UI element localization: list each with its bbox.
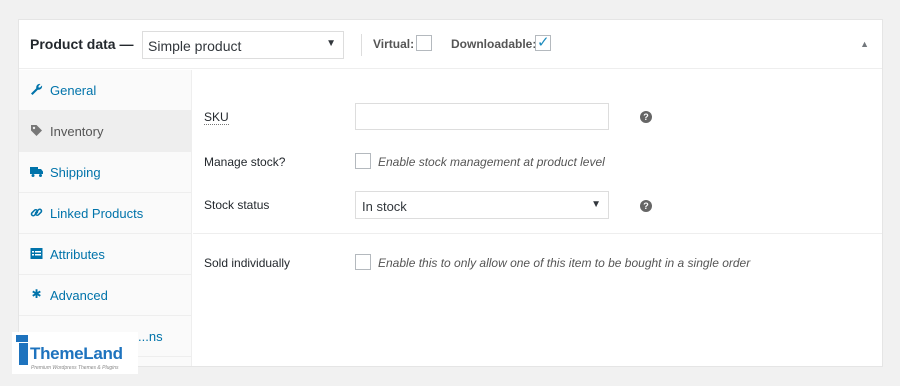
tab-shipping[interactable]: Shipping <box>19 152 191 193</box>
tag-icon <box>30 124 43 137</box>
stock-status-value: In stock <box>362 199 407 214</box>
help-icon[interactable]: ? <box>640 200 652 212</box>
downloadable-label: Downloadable: <box>451 37 537 51</box>
wrench-icon <box>30 83 43 96</box>
tab-linked-products[interactable]: Linked Products <box>19 193 191 234</box>
sku-label: SKU <box>204 110 229 125</box>
tab-label: Linked Products <box>50 206 144 221</box>
inventory-panel: SKU ? Manage stock? Enable stock managem… <box>193 70 882 366</box>
sku-input[interactable] <box>355 103 609 130</box>
stock-status-select[interactable]: In stock ▼ <box>355 191 609 219</box>
product-type-value: Simple product <box>148 38 242 54</box>
tab-general[interactable]: General <box>19 70 191 111</box>
downloadable-checkbox[interactable]: ✓ <box>535 34 551 51</box>
chevron-down-icon: ▼ <box>591 199 601 210</box>
panel-title: Product data — <box>30 36 134 52</box>
tab-label: ...ns <box>138 329 163 344</box>
section-divider <box>193 233 882 234</box>
sku-label-wrap: SKU <box>204 110 229 125</box>
product-data-panel: Product data — Simple product ▼ Virtual:… <box>18 19 883 367</box>
tab-label: Shipping <box>50 165 101 180</box>
chevron-down-icon: ▼ <box>326 38 336 49</box>
link-icon <box>30 206 43 219</box>
themeland-watermark-logo: ThemeLand Premium Wordpress Themes & Plu… <box>12 332 138 374</box>
product-type-select[interactable]: Simple product ▼ <box>142 31 344 59</box>
virtual-checkbox[interactable] <box>416 35 432 51</box>
manage-stock-label: Manage stock? <box>204 155 286 169</box>
tab-label: Advanced <box>50 288 108 303</box>
tab-label: Attributes <box>50 247 105 262</box>
sold-individually-description: Enable this to only allow one of this it… <box>378 256 751 270</box>
logo-tagline: Premium Wordpress Themes & Plugins <box>31 365 119 371</box>
tab-label: General <box>50 83 97 98</box>
sold-individually-label: Sold individually <box>204 256 291 270</box>
product-data-tabs: General Inventory Shipping Linked Produc… <box>19 70 192 366</box>
header-divider <box>361 34 362 56</box>
virtual-label: Virtual: <box>373 37 415 51</box>
checkmark-icon: ✓ <box>537 34 550 51</box>
logo-brand: ThemeLand <box>30 344 123 363</box>
manage-stock-description: Enable stock management at product level <box>378 155 605 169</box>
stock-status-label: Stock status <box>204 198 270 212</box>
tab-inventory[interactable]: Inventory <box>19 111 191 152</box>
panel-header: Product data — Simple product ▼ Virtual:… <box>19 20 882 69</box>
tab-label: Inventory <box>50 124 104 139</box>
table-icon <box>30 247 43 260</box>
gear-icon: ✱ <box>31 287 42 301</box>
tab-advanced[interactable]: ✱ Advanced <box>19 275 191 316</box>
sold-individually-checkbox[interactable] <box>355 254 371 270</box>
tab-attributes[interactable]: Attributes <box>19 234 191 275</box>
truck-icon <box>30 165 43 178</box>
collapse-toggle-icon[interactable]: ▲ <box>860 39 869 49</box>
manage-stock-checkbox[interactable] <box>355 153 371 169</box>
help-icon[interactable]: ? <box>640 111 652 123</box>
